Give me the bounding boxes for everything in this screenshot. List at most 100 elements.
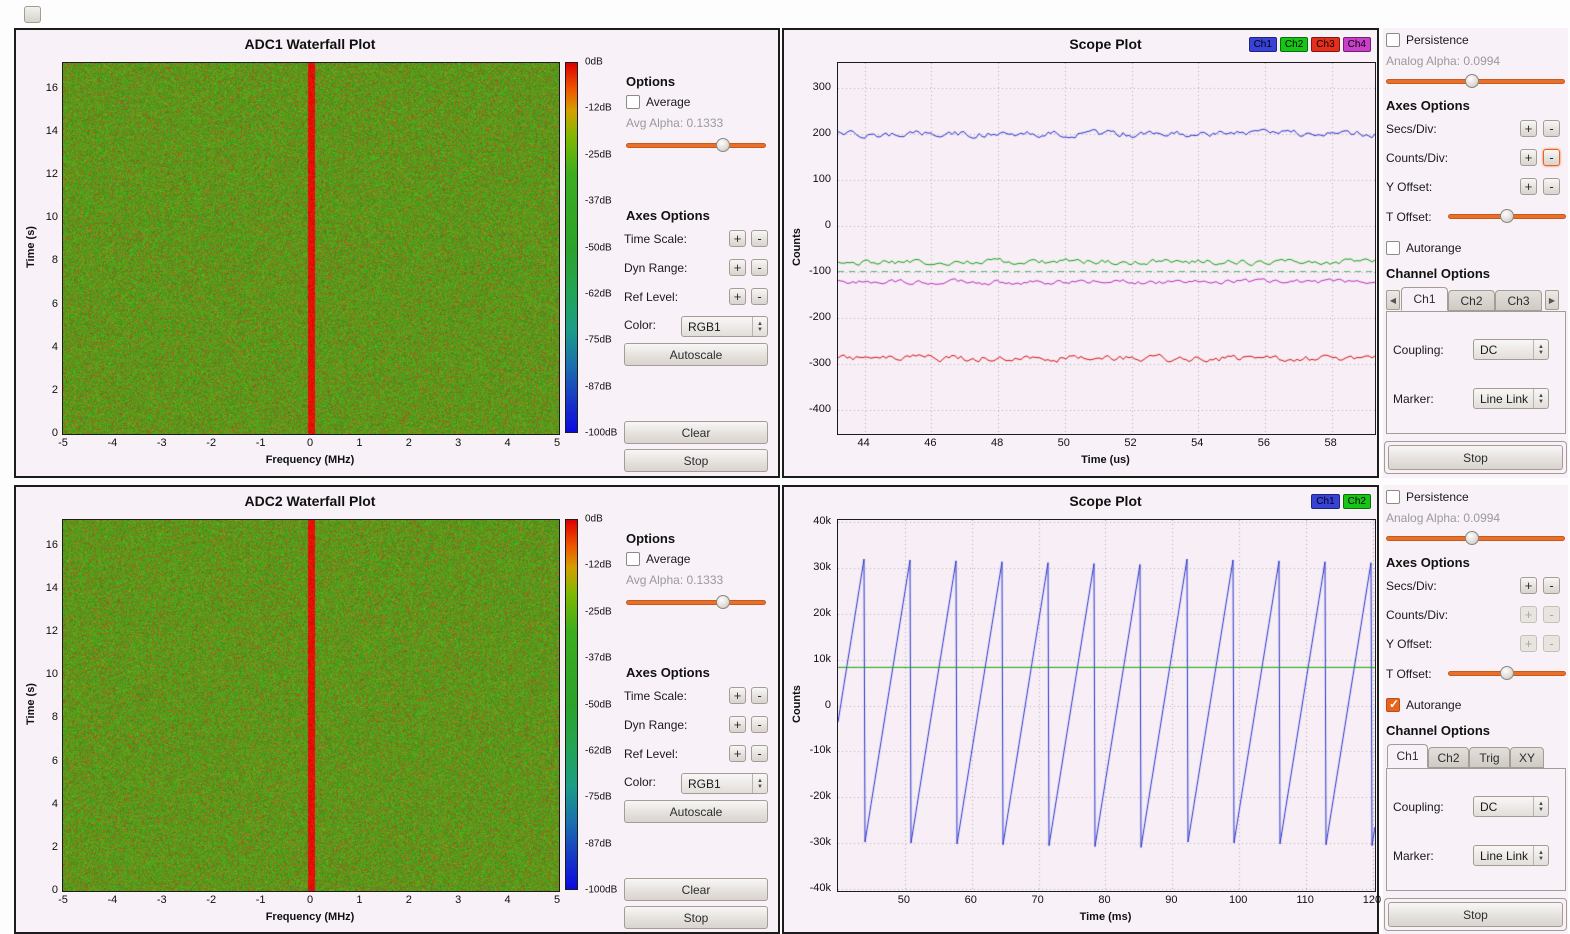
autorange-checkbox[interactable]: Autorange	[1386, 241, 1461, 255]
scope-canvas[interactable]	[837, 519, 1376, 892]
x-axis-ticks: 5060708090100110120	[837, 892, 1374, 906]
ref-level-decrease-button[interactable]: -	[751, 288, 768, 305]
persistence-checkbox[interactable]: Persistence	[1386, 33, 1469, 47]
ref-level-increase-button[interactable]: +	[729, 745, 746, 762]
waterfall-canvas[interactable]	[62, 519, 560, 892]
slider-handle[interactable]	[716, 138, 730, 152]
autorange-checkbox-box[interactable]	[1386, 698, 1400, 712]
counts-div-decrease-button[interactable]: -	[1543, 149, 1560, 166]
average-checkbox[interactable]: Average	[626, 552, 690, 566]
avg-alpha-slider[interactable]	[626, 138, 766, 152]
secs-div-increase-button[interactable]: +	[1520, 577, 1537, 594]
t-offset-slider[interactable]	[1448, 666, 1566, 680]
stop-button[interactable]: Stop	[624, 906, 768, 929]
persistence-checkbox[interactable]: Persistence	[1386, 490, 1469, 504]
y-tick-label: 14	[46, 125, 58, 137]
spinner-arrows-icon[interactable]: ▲▼	[752, 317, 767, 336]
spin-down-icon[interactable]: ▼	[757, 784, 763, 790]
persistence-checkbox-box[interactable]	[1386, 490, 1400, 504]
scope-controls-panel-1: Persistence Analog Alpha: 0.0994 Axes Op…	[1383, 28, 1568, 478]
spinner-arrows-icon[interactable]: ▲▼	[1533, 389, 1548, 408]
tab-scroll-right-button[interactable]: ▶	[1545, 290, 1559, 310]
time-scale-decrease-button[interactable]: -	[751, 687, 768, 704]
time-scale-decrease-button[interactable]: -	[751, 230, 768, 247]
analog-alpha-slider[interactable]	[1386, 74, 1565, 88]
spin-down-icon[interactable]: ▼	[1538, 399, 1544, 405]
y-offset-increase-button[interactable]: +	[1520, 635, 1537, 652]
colorbar-labels: 0dB-12dB-25dB-37dB-50dB-62dB-75dB-87dB-1…	[583, 519, 627, 890]
dyn-range-decrease-button[interactable]: -	[751, 716, 768, 733]
average-checkbox-box[interactable]	[626, 552, 640, 566]
t-offset-slider[interactable]	[1448, 209, 1566, 223]
spinner-arrows-icon[interactable]: ▲▼	[1533, 797, 1548, 816]
autorange-label: Autorange	[1406, 698, 1461, 712]
spinner-arrows-icon[interactable]: ▲▼	[1533, 846, 1548, 865]
y-offset-decrease-button[interactable]: -	[1543, 178, 1560, 195]
stop-button[interactable]: Stop	[624, 449, 768, 472]
colorbar-tick-label: -87dB	[585, 838, 612, 849]
autoscale-button[interactable]: Autoscale	[624, 800, 768, 823]
clear-button[interactable]: Clear	[624, 878, 768, 901]
slider-handle[interactable]	[1465, 531, 1479, 545]
dyn-range-increase-button[interactable]: +	[729, 259, 746, 276]
tab-ch1[interactable]: Ch1	[1387, 744, 1428, 768]
x-tick-label: 52	[1124, 437, 1136, 449]
marker-combo[interactable]: Line Link ▲▼	[1473, 845, 1549, 866]
spinner-arrows-icon[interactable]: ▲▼	[752, 774, 767, 793]
color-combo[interactable]: RGB1 ▲▼	[681, 316, 768, 337]
ref-level-increase-button[interactable]: +	[729, 288, 746, 305]
tab-ch1[interactable]: Ch1	[1401, 287, 1448, 311]
average-checkbox[interactable]: Average	[626, 95, 690, 109]
tab-ch2[interactable]: Ch2	[1448, 290, 1495, 311]
spin-down-icon[interactable]: ▼	[757, 327, 763, 333]
slider-handle[interactable]	[1500, 666, 1514, 680]
spinner-arrows-icon[interactable]: ▲▼	[1533, 340, 1548, 359]
secs-div-increase-button[interactable]: +	[1520, 120, 1537, 137]
y-tick-label: -400	[809, 403, 831, 415]
spin-down-icon[interactable]: ▼	[1538, 350, 1544, 356]
x-tick-label: 5	[554, 894, 560, 906]
options-heading: Options	[626, 74, 675, 89]
tab-scroll-left-button[interactable]: ◀	[1386, 290, 1400, 310]
x-tick-label: 4	[505, 894, 511, 906]
tab-ch3[interactable]: Ch3	[1495, 290, 1542, 311]
tab-xy[interactable]: XY	[1510, 747, 1544, 768]
ref-level-decrease-button[interactable]: -	[751, 745, 768, 762]
slider-handle[interactable]	[1465, 74, 1479, 88]
waterfall-canvas[interactable]	[62, 62, 560, 435]
autoscale-button[interactable]: Autoscale	[624, 343, 768, 366]
dyn-range-decrease-button[interactable]: -	[751, 259, 768, 276]
analog-alpha-slider[interactable]	[1386, 531, 1565, 545]
slider-handle[interactable]	[716, 595, 730, 609]
coupling-combo[interactable]: DC ▲▼	[1473, 339, 1549, 360]
time-scale-increase-button[interactable]: +	[729, 687, 746, 704]
secs-div-decrease-button[interactable]: -	[1543, 120, 1560, 137]
persistence-checkbox-box[interactable]	[1386, 33, 1400, 47]
spin-down-icon[interactable]: ▼	[1538, 856, 1544, 862]
marker-combo[interactable]: Line Link ▲▼	[1473, 388, 1549, 409]
tab-trig[interactable]: Trig	[1469, 747, 1510, 768]
avg-alpha-slider[interactable]	[626, 595, 766, 609]
tab-ch2[interactable]: Ch2	[1428, 747, 1469, 768]
dyn-range-increase-button[interactable]: +	[729, 716, 746, 733]
y-offset-decrease-button[interactable]: -	[1543, 635, 1560, 652]
stop-button[interactable]: Stop	[1388, 902, 1563, 927]
x-axis-title: Time (us)	[837, 454, 1374, 466]
time-scale-increase-button[interactable]: +	[729, 230, 746, 247]
color-combo[interactable]: RGB1 ▲▼	[681, 773, 768, 794]
stop-button[interactable]: Stop	[1388, 445, 1563, 470]
counts-div-increase-button[interactable]: +	[1520, 149, 1537, 166]
coupling-combo[interactable]: DC ▲▼	[1473, 796, 1549, 817]
scope-canvas[interactable]	[837, 62, 1376, 435]
autorange-checkbox-box[interactable]	[1386, 241, 1400, 255]
slider-handle[interactable]	[1500, 209, 1514, 223]
secs-div-decrease-button[interactable]: -	[1543, 577, 1560, 594]
x-tick-label: -3	[157, 437, 167, 449]
spin-down-icon[interactable]: ▼	[1538, 807, 1544, 813]
counts-div-decrease-button[interactable]: -	[1543, 606, 1560, 623]
clear-button[interactable]: Clear	[624, 421, 768, 444]
average-checkbox-box[interactable]	[626, 95, 640, 109]
y-offset-increase-button[interactable]: +	[1520, 178, 1537, 195]
counts-div-increase-button[interactable]: +	[1520, 606, 1537, 623]
autorange-checkbox[interactable]: Autorange	[1386, 698, 1461, 712]
